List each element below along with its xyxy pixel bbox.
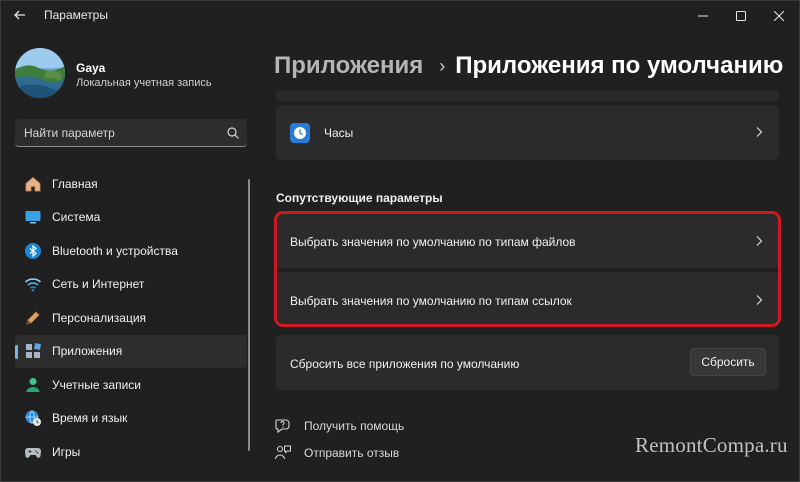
back-arrow-icon: [14, 10, 25, 20]
sidebar-scrollbar[interactable]: [248, 179, 250, 451]
related-settings-title: Сопутствующие параметры: [276, 191, 443, 205]
back-button[interactable]: [11, 8, 29, 24]
sidebar-nav: Главная Система Bluetooth и устройства С…: [15, 167, 247, 469]
sidebar-item-label: Главная: [52, 176, 98, 191]
app-title: Параметры: [44, 8, 108, 22]
sidebar-item-label: Время и язык: [52, 411, 128, 426]
reset-defaults-label: Сбросить все приложения по умолчанию: [290, 357, 520, 371]
sidebar-item-label: Персонализация: [52, 310, 147, 325]
maximize-button[interactable]: [723, 1, 759, 31]
page-title: Приложения по умолчанию: [455, 52, 784, 79]
default-by-file-type-label: Выбрать значения по умолчанию по типам ф…: [290, 235, 576, 249]
maximize-icon: [736, 11, 746, 21]
default-by-file-type-item[interactable]: Выбрать значения по умолчанию по типам ф…: [276, 213, 779, 268]
pen-icon: [24, 309, 42, 327]
minimize-button[interactable]: [685, 1, 721, 31]
reset-button[interactable]: Сбросить: [690, 348, 766, 376]
sidebar-item-accounts[interactable]: Учетные записи: [15, 368, 247, 402]
breadcrumb-parent[interactable]: Приложения: [274, 52, 423, 80]
get-help-label: Получить помощь: [304, 419, 405, 433]
default-by-link-type-label: Выбрать значения по умолчанию по типам с…: [290, 294, 572, 308]
sidebar-item-label: Сеть и Интернет: [52, 277, 145, 292]
chevron-right-icon: [756, 236, 763, 246]
settings-window: Параметры Gaya Локальная учетная запись …: [0, 0, 800, 482]
sidebar-item-label: Bluetooth и устройства: [52, 243, 178, 258]
sidebar-item-time-language[interactable]: Время и язык: [15, 402, 247, 436]
close-button[interactable]: [761, 1, 797, 31]
watermark: RemontCompa.ru: [635, 433, 788, 457]
sidebar-item-bluetooth[interactable]: Bluetooth и устройства: [15, 234, 247, 268]
account-icon: [24, 376, 42, 394]
search-input[interactable]: Найти параметр: [24, 126, 115, 140]
sidebar-item-apps[interactable]: Приложения: [15, 334, 247, 368]
send-feedback-label: Отправить отзыв: [304, 446, 400, 460]
app-item-clock[interactable]: Часы: [276, 105, 779, 160]
system-icon: [24, 208, 42, 226]
user-name: Gaya: [76, 61, 106, 75]
title-bar: Параметры: [1, 1, 800, 31]
sidebar-item-home[interactable]: Главная: [15, 167, 247, 201]
sidebar-item-label: Игры: [52, 444, 81, 459]
app-item-label: Часы: [324, 126, 354, 140]
bluetooth-icon: [24, 242, 42, 260]
sidebar-item-label: Приложения: [52, 344, 123, 359]
clock-icon: [290, 123, 310, 143]
search-box[interactable]: Найти параметр: [15, 119, 247, 147]
previous-card-edge: [276, 91, 779, 101]
wifi-icon: [24, 275, 42, 293]
chevron-right-icon: [756, 295, 763, 305]
default-by-link-type-item[interactable]: Выбрать значения по умолчанию по типам с…: [276, 272, 779, 327]
avatar-image: [15, 48, 65, 98]
sidebar-item-personalization[interactable]: Персонализация: [15, 301, 247, 335]
chevron-right-icon: [756, 127, 763, 137]
globe-clock-icon: [24, 409, 42, 427]
reset-defaults-item: Сбросить все приложения по умолчанию Сбр…: [276, 335, 779, 390]
minimize-icon: [698, 15, 708, 17]
avatar[interactable]: [15, 48, 65, 98]
account-type: Локальная учетная запись: [76, 77, 212, 89]
sidebar-item-label: Система: [52, 210, 101, 225]
gamepad-icon: [24, 443, 42, 461]
sidebar-item-gaming[interactable]: Игры: [15, 435, 247, 469]
apps-icon: [24, 342, 42, 360]
sidebar-item-label: Учетные записи: [52, 377, 141, 392]
get-help-link[interactable]: Получить помощь: [274, 417, 404, 435]
close-icon: [774, 11, 784, 21]
breadcrumb-separator: ›: [439, 55, 446, 76]
send-feedback-link[interactable]: Отправить отзыв: [274, 444, 399, 462]
home-icon: [24, 175, 42, 193]
sidebar-item-system[interactable]: Система: [15, 201, 247, 235]
breadcrumb: Приложения › Приложения по умолчанию: [274, 50, 783, 82]
sidebar-item-network[interactable]: Сеть и Интернет: [15, 268, 247, 302]
feedback-icon: [274, 444, 292, 462]
help-icon: [274, 417, 292, 435]
search-icon: [227, 127, 239, 139]
